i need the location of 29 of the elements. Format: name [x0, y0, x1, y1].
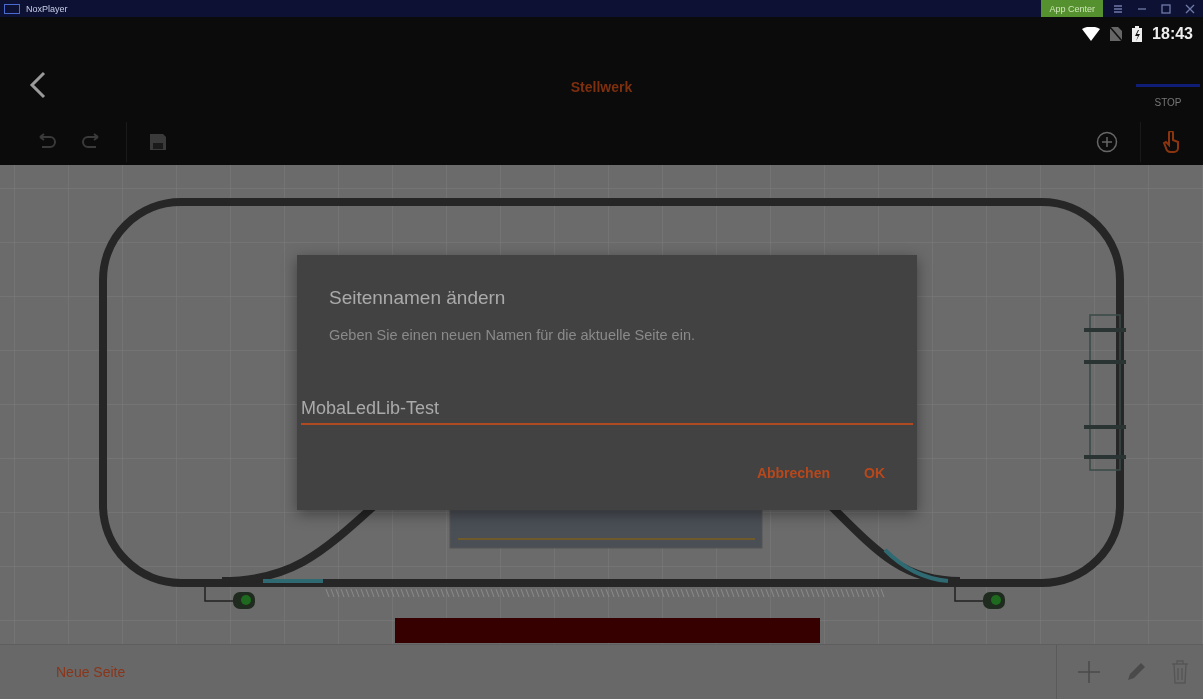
- clock-time: 18:43: [1152, 25, 1193, 43]
- maximize-icon[interactable]: [1160, 2, 1172, 15]
- app-center-button[interactable]: App Center: [1041, 0, 1103, 17]
- dialog-button[interactable]: Abbrechen: [754, 463, 832, 483]
- dialog-title: Seitennamen ändern: [329, 287, 506, 309]
- signal[interactable]: [204, 586, 255, 609]
- dialog-button[interactable]: OK: [862, 463, 887, 483]
- track-contact-drawing[interactable]: [1082, 314, 1128, 471]
- sim-icon: [1110, 27, 1123, 41]
- switch-highlight: [883, 548, 949, 583]
- hand-pointer-icon[interactable]: [1163, 131, 1181, 153]
- logo-icon: [4, 3, 20, 14]
- wifi-icon: [1082, 27, 1101, 41]
- window-menu-icon[interactable]: [1112, 2, 1124, 15]
- switch-highlight: [263, 579, 323, 583]
- dialog-message: Geben Sie einen neuen Namen für die aktuelle Seite ein.: [329, 327, 695, 343]
- save-icon[interactable]: [149, 133, 167, 151]
- page-name-input[interactable]: MobaLedLib-Test: [301, 398, 913, 425]
- stop-button[interactable]: STOP: [1154, 97, 1182, 108]
- signal[interactable]: [954, 586, 1005, 609]
- platform[interactable]: [449, 509, 763, 549]
- pencil-icon[interactable]: [1125, 661, 1147, 683]
- battery-charging-icon: [1132, 26, 1143, 42]
- screen-title: Stellwerk: [570, 79, 633, 95]
- status-bar-line: [1136, 84, 1200, 87]
- window-title: NoxPlayer: [26, 3, 68, 14]
- back-icon[interactable]: [28, 71, 48, 99]
- add-circle-icon[interactable]: [1096, 131, 1118, 153]
- close-icon[interactable]: [1184, 2, 1196, 15]
